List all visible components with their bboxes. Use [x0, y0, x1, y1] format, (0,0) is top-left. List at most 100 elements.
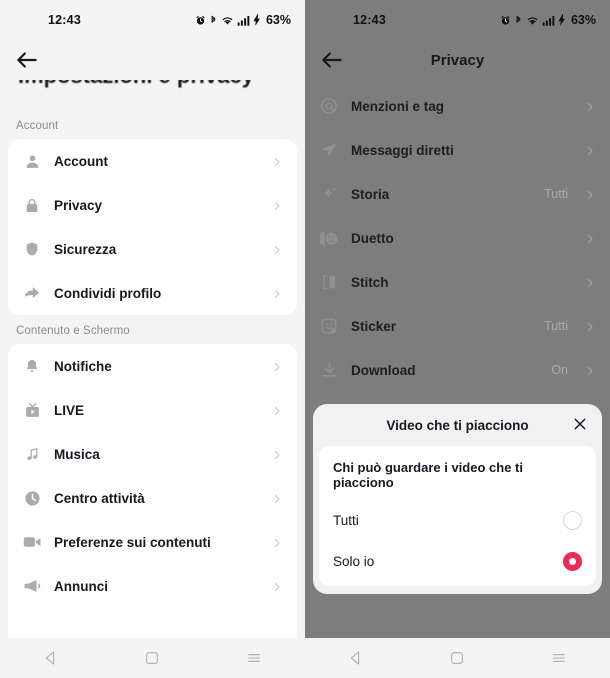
duet-icon	[319, 228, 339, 248]
chevron-right-icon	[271, 199, 283, 211]
bluetooth-icon	[514, 14, 523, 26]
nav-home-icon[interactable]	[449, 650, 465, 666]
section-label-contenuto: Contenuto e Schermo	[16, 325, 130, 337]
chevron-right-icon	[584, 320, 596, 332]
list-item-label: Download	[351, 362, 416, 378]
privacy-list: Menzioni e tag Messaggi diretti Storia T…	[305, 80, 610, 392]
share-icon	[22, 283, 42, 303]
list-item-label: Preferenze sui contenuti	[54, 534, 211, 550]
list-item[interactable]: Messaggi diretti	[305, 128, 610, 172]
nav-recents-icon[interactable]	[246, 650, 262, 666]
list-item-label: Sticker	[351, 318, 397, 334]
at-icon	[319, 96, 339, 116]
status-time: 12:43	[48, 13, 81, 27]
list-item-value: Tutti	[544, 319, 568, 333]
status-bar-left: 12:43 63%	[0, 0, 305, 40]
modal-title: Video che ti piacciono	[386, 417, 529, 433]
nav-back-icon[interactable]	[43, 650, 59, 666]
chevron-right-icon	[271, 360, 283, 372]
option-row-solo-io[interactable]: Solo io	[319, 541, 596, 582]
close-icon[interactable]	[572, 416, 588, 432]
paperplane-icon	[319, 140, 339, 160]
list-item-value: Tutti	[544, 187, 568, 201]
list-item-label: Messaggi diretti	[351, 142, 454, 158]
bell-icon	[22, 356, 42, 376]
list-item[interactable]: Notifiche	[8, 344, 297, 388]
right-screen-privacy: 12:43 63% Privacy Menzioni e tag Messagg…	[305, 0, 610, 678]
option-label: Solo io	[333, 554, 375, 569]
list-item[interactable]: Condividi profilo	[8, 271, 297, 315]
chevron-right-icon	[584, 100, 596, 112]
stitch-icon	[319, 272, 339, 292]
chevron-right-icon	[584, 276, 596, 288]
clock-icon	[22, 488, 42, 508]
list-item-label: Sicurezza	[54, 241, 117, 257]
modal-header: Video che ti piacciono	[313, 404, 602, 446]
radio-solo-io[interactable]	[563, 552, 582, 571]
chevron-right-icon	[584, 144, 596, 156]
list-item-value: On	[551, 363, 568, 377]
list-item-label: Storia	[351, 186, 390, 202]
dual-screenshot: 12:43 63% Account Account Privacy Sicure…	[0, 0, 610, 678]
right-header: Privacy	[305, 40, 610, 80]
list-item-label: LIVE	[54, 402, 85, 418]
section-label-account: Account	[16, 120, 59, 132]
charging-bolt-icon	[253, 14, 261, 26]
nav-back-icon[interactable]	[348, 650, 364, 666]
nav-home-icon[interactable]	[144, 650, 160, 666]
person-icon	[22, 151, 42, 171]
status-bar-right: 12:43 63%	[305, 0, 610, 40]
megaphone-icon	[22, 576, 42, 596]
nav-recents-icon[interactable]	[551, 650, 567, 666]
shield-icon	[22, 239, 42, 259]
list-item[interactable]: Storia Tutti	[305, 172, 610, 216]
list-item-label: Notifiche	[54, 358, 112, 374]
list-item-label: Stitch	[351, 274, 389, 290]
chevron-right-icon	[271, 404, 283, 416]
list-item-label: Centro attività	[54, 490, 145, 506]
list-item-label: Condividi profilo	[54, 285, 162, 301]
download-icon	[319, 360, 339, 380]
list-item[interactable]: LIVE	[8, 388, 297, 432]
settings-card-contenuto: Notifiche LIVE Musica Centro attività Pr…	[8, 344, 297, 652]
list-item[interactable]: Download On	[305, 348, 610, 392]
alarm-icon	[195, 15, 206, 26]
list-item[interactable]: Duetto	[305, 216, 610, 260]
left-header	[0, 40, 305, 80]
chevron-right-icon	[271, 536, 283, 548]
list-item-label: Annunci	[54, 578, 108, 594]
page-title: Privacy	[430, 51, 485, 69]
lock-icon	[22, 195, 42, 215]
list-item[interactable]: Preferenze sui contenuti	[8, 520, 297, 564]
list-item[interactable]: Annunci	[8, 564, 297, 608]
list-item[interactable]: Sticker Tutti	[305, 304, 610, 348]
sparkle-icon	[319, 184, 339, 204]
list-item[interactable]: Menzioni e tag	[305, 84, 610, 128]
option-label: Tutti	[333, 513, 359, 528]
modal-sheet-video-piaciuti: Video che ti piacciono Chi può guardare …	[313, 404, 602, 594]
system-nav-bar-right	[305, 638, 610, 678]
list-item[interactable]: Account	[8, 139, 297, 183]
list-item[interactable]: Sicurezza	[8, 227, 297, 271]
obscured-page-title: Impostazioni e privacy	[14, 80, 291, 110]
video-icon	[22, 532, 42, 552]
wifi-icon	[526, 15, 539, 26]
option-row-tutti[interactable]: Tutti	[319, 500, 596, 541]
list-item[interactable]: Centro attività	[8, 476, 297, 520]
chevron-right-icon	[271, 448, 283, 460]
charging-bolt-icon	[558, 14, 566, 26]
chevron-right-icon	[271, 287, 283, 299]
modal-body: Chi può guardare i video che ti piaccion…	[319, 446, 596, 586]
signal-icon	[542, 15, 555, 26]
list-item[interactable]: Musica	[8, 432, 297, 476]
list-item[interactable]: Privacy	[8, 183, 297, 227]
chevron-right-icon	[584, 188, 596, 200]
chevron-right-icon	[584, 232, 596, 244]
battery-percent: 63%	[265, 13, 291, 27]
list-item[interactable]: Stitch	[305, 260, 610, 304]
radio-tutti[interactable]	[563, 511, 582, 530]
chevron-right-icon	[271, 243, 283, 255]
chevron-right-icon	[271, 155, 283, 167]
system-nav-bar-left	[0, 638, 305, 678]
back-arrow-icon[interactable]	[14, 47, 40, 73]
